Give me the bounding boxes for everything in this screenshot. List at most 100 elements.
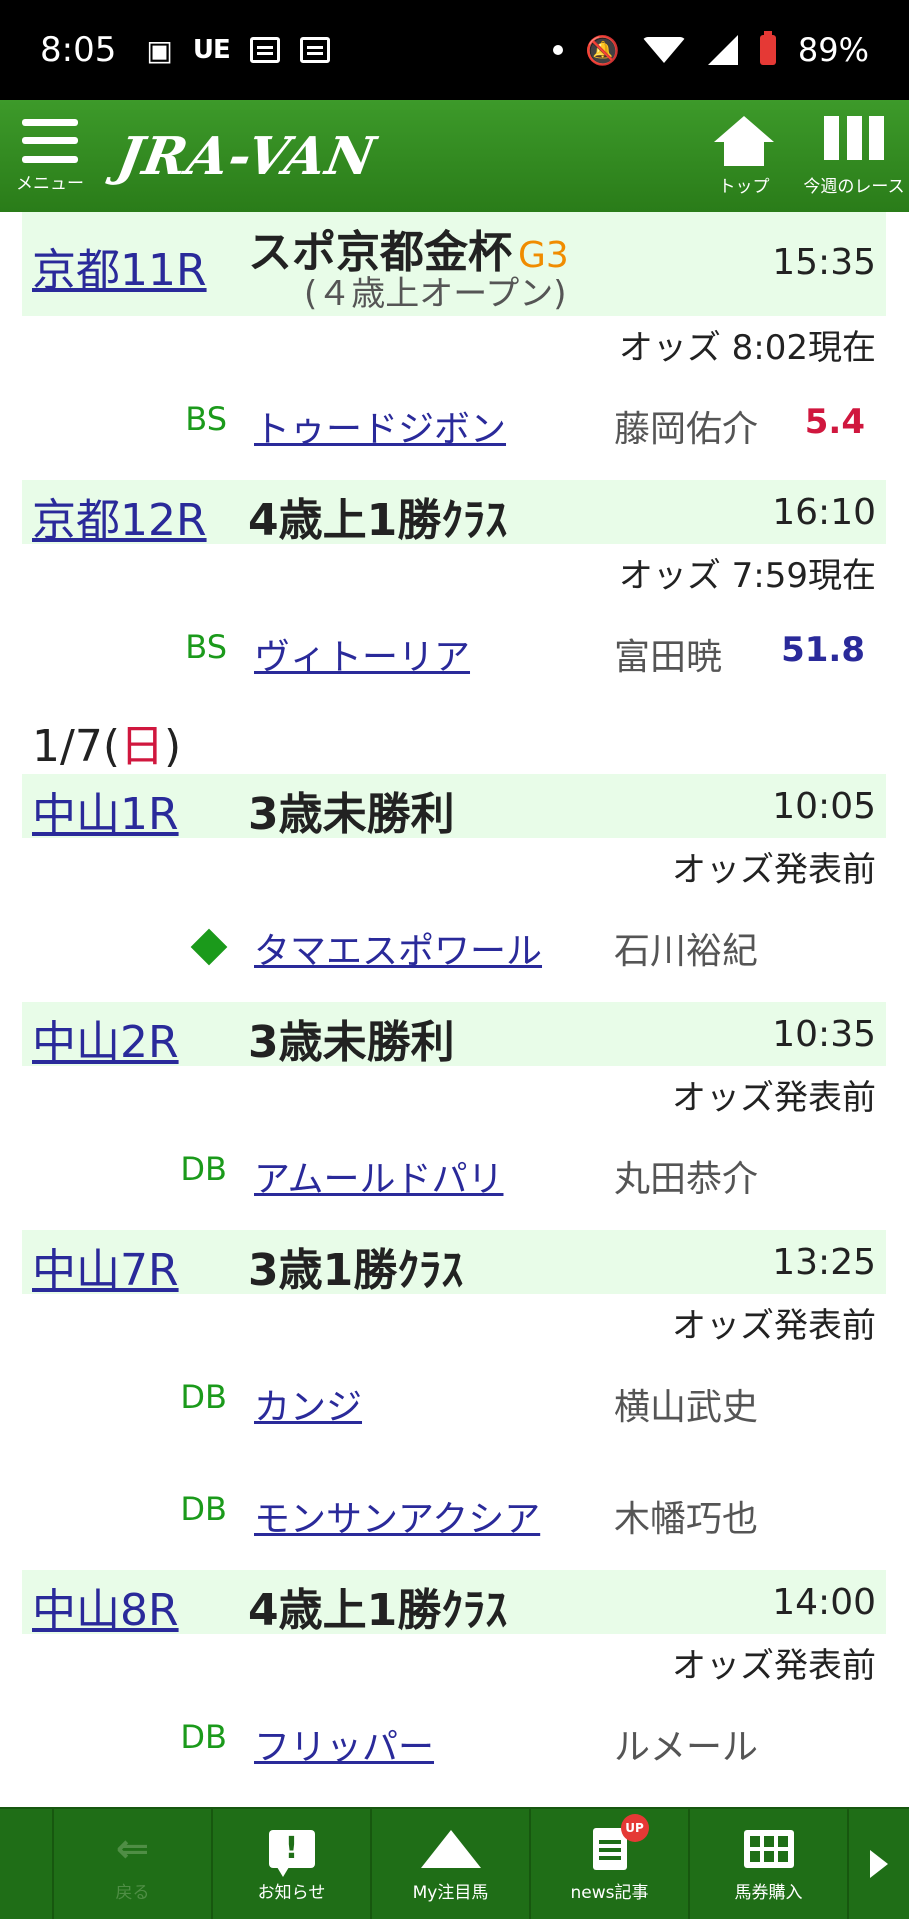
- horse-row: DB アムールドパリ 丸田恭介: [0, 1150, 909, 1210]
- horse-link[interactable]: タマエスポワール: [254, 922, 542, 974]
- home-icon: [714, 115, 774, 166]
- nav-next-button[interactable]: [849, 1809, 909, 1919]
- race-time: 13:25: [772, 1242, 876, 1283]
- jockey-name: 石川裕紀: [614, 931, 759, 972]
- race-row-nakayama-7r: 中山7R 3歳1勝ｸﾗｽ 13:25: [22, 1230, 886, 1296]
- triangle-icon: [420, 1826, 481, 1872]
- odds-value: 5.4: [804, 402, 865, 442]
- columns-icon: [824, 115, 884, 160]
- ue-icon: UE: [192, 35, 231, 65]
- news-icon-2: [299, 37, 330, 63]
- menu-label: メニュー: [16, 173, 84, 194]
- horse-row: タマエスポワール 石川裕紀: [0, 922, 909, 982]
- race-list[interactable]: 京都11R スポ京都金杯 G3 (４歳上オープン) 15:35 オッズ 8:02現…: [0, 212, 909, 1807]
- odds-value: 51.8: [781, 630, 865, 670]
- race-time: 10:35: [772, 1014, 876, 1055]
- odds-status: オッズ発表前: [672, 1646, 876, 1686]
- my-horse-label: My注目馬: [412, 1882, 489, 1903]
- race-time: 15:35: [772, 242, 876, 283]
- horse-link[interactable]: フリッパー: [254, 1718, 434, 1770]
- status-bar: 8:05 ▣ UE 🔕 89%: [0, 0, 909, 100]
- signal-icon: [707, 35, 738, 65]
- race-row-kyoto-12r: 京都12R 4歳上1勝ｸﾗｽ 16:10: [22, 480, 886, 546]
- race-link-kyoto-11r[interactable]: 京都11R: [32, 234, 207, 298]
- race-row-kyoto-11r: 京都11R スポ京都金杯 G3 (４歳上オープン) 15:35: [22, 212, 886, 316]
- bottom-nav: ⇐ 戻る ! お知らせ My注目馬 UP news記事 馬券購入: [0, 1807, 909, 1919]
- horse-tag: DB: [180, 1378, 227, 1416]
- battery-percent: 89%: [797, 31, 869, 69]
- race-row-nakayama-8r: 中山8R 4歳上1勝ｸﾗｽ 14:00: [22, 1570, 886, 1636]
- image-icon: ▣: [146, 33, 173, 67]
- day-of-week: 日: [119, 721, 164, 772]
- horse-row: DB モンサンアクシア 木幡巧也: [0, 1490, 909, 1550]
- race-name: 4歳上1勝ｸﾗｽ: [248, 1585, 508, 1636]
- race-name: 4歳上1勝ｸﾗｽ: [248, 495, 508, 546]
- up-badge: UP: [620, 1813, 649, 1842]
- date-header: 1/7(日): [32, 721, 182, 772]
- race-row-nakayama-2r: 中山2R 3歳未勝利 10:35: [22, 1002, 886, 1068]
- horse-link[interactable]: アムールドパリ: [254, 1150, 503, 1202]
- race-link-nakayama-8r[interactable]: 中山8R: [32, 1574, 179, 1638]
- back-label: 戻る: [115, 1882, 150, 1903]
- my-horse-button[interactable]: My注目馬: [372, 1809, 531, 1919]
- betting-button[interactable]: 馬券購入: [690, 1809, 849, 1919]
- news-articles-label: news記事: [570, 1882, 649, 1903]
- wifi-icon: [641, 37, 686, 63]
- play-arrow-icon: [870, 1850, 888, 1878]
- odds-status: オッズ 7:59現在: [618, 556, 876, 596]
- news-icon: [249, 37, 280, 63]
- race-name: 3歳未勝利: [248, 789, 455, 840]
- top-label: トップ: [718, 176, 770, 197]
- this-week-races-button[interactable]: 今週のレース: [799, 100, 909, 212]
- notification-dot-icon: [553, 45, 563, 55]
- race-link-nakayama-7r[interactable]: 中山7R: [32, 1234, 179, 1298]
- horse-row: BS ヴィトーリア 富田暁 51.8: [0, 628, 909, 688]
- horse-tag: DB: [180, 1490, 227, 1528]
- horse-row: BS トゥードジボン 藤岡佑介 5.4: [0, 400, 909, 460]
- jockey-name: ルメール: [614, 1727, 759, 1768]
- race-time: 16:10: [772, 492, 876, 533]
- status-system-icons: 🔕 89%: [553, 31, 869, 69]
- status-notification-icons: ▣ UE: [146, 33, 330, 67]
- race-row-nakayama-1r: 中山1R 3歳未勝利 10:05: [22, 774, 886, 840]
- race-name: 3歳1勝ｸﾗｽ: [248, 1245, 464, 1296]
- odds-status: オッズ発表前: [672, 850, 876, 890]
- jockey-name: 丸田恭介: [614, 1159, 759, 1200]
- betting-label: 馬券購入: [734, 1882, 803, 1903]
- odds-status: オッズ発表前: [672, 1078, 876, 1118]
- horse-link[interactable]: ヴィトーリア: [254, 628, 470, 680]
- race-link-nakayama-2r[interactable]: 中山2R: [32, 1006, 179, 1070]
- horse-link[interactable]: カンジ: [254, 1378, 362, 1430]
- race-time: 10:05: [772, 786, 876, 827]
- jra-van-logo[interactable]: JRA-VAN: [113, 126, 381, 187]
- horse-tag: BS: [185, 400, 227, 438]
- back-button[interactable]: ⇐ 戻る: [54, 1809, 213, 1919]
- horse-row: DB フリッパー ルメール: [0, 1718, 909, 1778]
- race-time: 14:00: [772, 1582, 876, 1623]
- horse-link[interactable]: モンサンアクシア: [254, 1490, 540, 1542]
- notices-button[interactable]: ! お知らせ: [213, 1809, 372, 1919]
- jockey-name: 富田暁: [614, 637, 723, 678]
- race-link-nakayama-1r[interactable]: 中山1R: [32, 778, 179, 842]
- odds-status: オッズ発表前: [672, 1306, 876, 1346]
- news-articles-button[interactable]: UP news記事: [531, 1809, 690, 1919]
- diamond-icon: [190, 928, 228, 966]
- horse-tag: BS: [185, 628, 227, 666]
- ticket-icon: [743, 1826, 794, 1872]
- jockey-name: 藤岡佑介: [614, 409, 759, 450]
- status-time: 8:05: [40, 30, 117, 70]
- horse-row: DB カンジ 横山武史: [0, 1378, 909, 1438]
- document-icon: UP: [592, 1813, 649, 1872]
- hamburger-icon: [22, 118, 78, 163]
- nav-spacer: [0, 1809, 54, 1919]
- horse-link[interactable]: トゥードジボン: [254, 400, 506, 452]
- race-link-kyoto-12r[interactable]: 京都12R: [32, 484, 207, 548]
- battery-icon: [759, 31, 776, 65]
- odds-status: オッズ 8:02現在: [618, 328, 876, 368]
- top-button[interactable]: トップ: [689, 100, 799, 212]
- jockey-name: 横山武史: [614, 1387, 759, 1428]
- bell-off-icon: 🔕: [585, 33, 620, 67]
- app-header: メニュー JRA-VAN トップ 今週のレース: [0, 100, 909, 212]
- menu-button[interactable]: メニュー: [0, 100, 100, 212]
- horse-tag: DB: [180, 1150, 227, 1188]
